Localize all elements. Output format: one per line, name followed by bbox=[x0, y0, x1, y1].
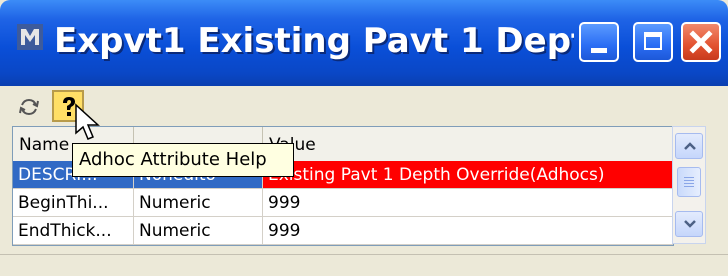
row-value-cell[interactable]: 999 bbox=[263, 217, 673, 245]
refresh-icon[interactable] bbox=[18, 96, 40, 118]
window: Expvt1 Existing Pavt 1 Depth... Name Val… bbox=[0, 0, 728, 276]
minimize-icon bbox=[591, 48, 607, 53]
scroll-thumb[interactable] bbox=[677, 167, 701, 197]
row-name-cell[interactable]: BeginThi... bbox=[13, 189, 134, 217]
maximize-button[interactable] bbox=[633, 22, 673, 62]
close-button[interactable] bbox=[681, 22, 721, 62]
mouse-pointer-icon bbox=[75, 103, 100, 140]
close-icon bbox=[689, 30, 713, 54]
maximize-icon bbox=[644, 32, 662, 50]
toolbar bbox=[0, 86, 728, 126]
title-bar[interactable]: Expvt1 Existing Pavt 1 Depth... bbox=[0, 0, 728, 86]
app-icon bbox=[17, 24, 43, 50]
vertical-scrollbar[interactable] bbox=[672, 126, 706, 244]
help-tooltip: Adhoc Attribute Help bbox=[72, 143, 294, 177]
row-type-cell[interactable]: Numeric bbox=[134, 189, 263, 217]
row-value-cell[interactable]: Existing Pavt 1 Depth Override(Adhocs) bbox=[263, 161, 673, 189]
scroll-up-button[interactable] bbox=[675, 133, 703, 159]
status-bar bbox=[0, 254, 728, 276]
row-name-cell[interactable]: EndThick... bbox=[13, 217, 134, 245]
minimize-button[interactable] bbox=[579, 22, 619, 62]
window-title: Expvt1 Existing Pavt 1 Depth... bbox=[54, 21, 574, 61]
row-value-cell[interactable]: 999 bbox=[263, 189, 673, 217]
column-header-value[interactable]: Value bbox=[263, 127, 673, 161]
chevron-down-icon bbox=[684, 220, 696, 228]
row-type-cell[interactable]: Numeric bbox=[134, 217, 263, 245]
table-row[interactable]: EndThick... Numeric 999 bbox=[13, 217, 673, 245]
table-row[interactable]: BeginThi... Numeric 999 bbox=[13, 189, 673, 217]
chevron-up-icon bbox=[684, 142, 696, 150]
scroll-down-button[interactable] bbox=[675, 211, 703, 237]
